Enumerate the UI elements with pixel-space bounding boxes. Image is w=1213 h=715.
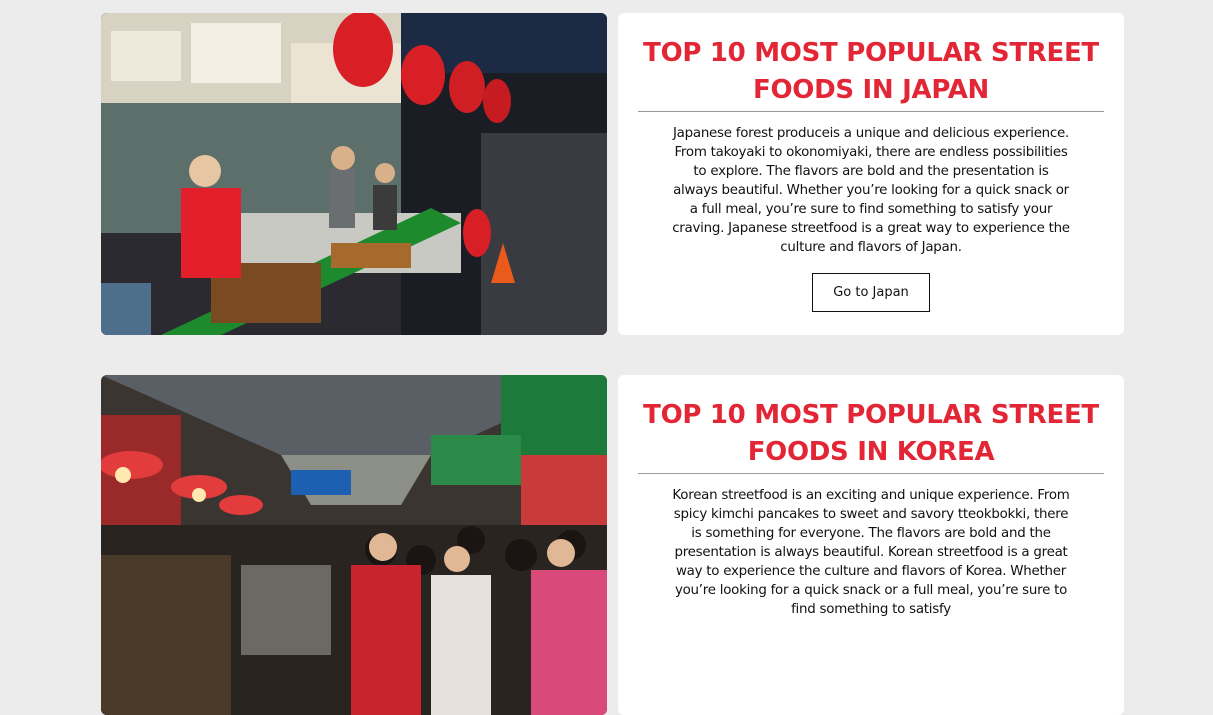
korea-article-card: TOP 10 MOST POPULAR STREET FOODS IN KORE… (618, 375, 1124, 715)
japan-street-food-photo (101, 13, 607, 335)
article-korea: TOP 10 MOST POPULAR STREET FOODS IN KORE… (101, 375, 1124, 715)
japan-photo-illustration (101, 13, 607, 335)
korea-photo-illustration (101, 375, 607, 715)
korea-article-body: Korean streetfood is an exciting and uni… (672, 488, 1070, 617)
article-feed: TOP 10 MOST POPULAR STREET FOODS IN JAPA… (0, 0, 1213, 715)
article-japan: TOP 10 MOST POPULAR STREET FOODS IN JAPA… (101, 13, 1124, 335)
korea-market-photo (101, 375, 607, 715)
go-to-japan-button[interactable]: Go to Japan (812, 273, 930, 312)
japan-article-card: TOP 10 MOST POPULAR STREET FOODS IN JAPA… (618, 13, 1124, 335)
korea-article-title: TOP 10 MOST POPULAR STREET FOODS IN KORE… (638, 397, 1104, 474)
japan-article-title: TOP 10 MOST POPULAR STREET FOODS IN JAPA… (638, 35, 1104, 112)
japan-article-body: Japanese forest produceis a unique and d… (672, 126, 1070, 255)
